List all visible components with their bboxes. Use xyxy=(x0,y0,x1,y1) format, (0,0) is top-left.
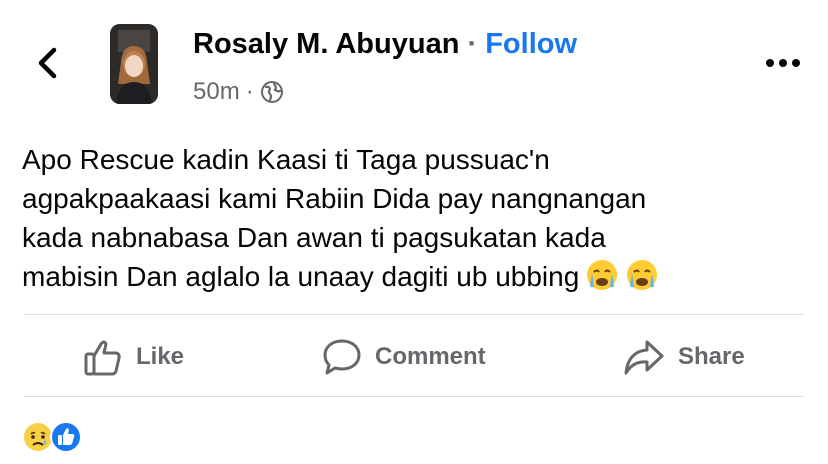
more-options-button[interactable] xyxy=(764,56,802,68)
like-icon xyxy=(84,340,121,376)
share-button[interactable]: Share xyxy=(622,334,745,380)
divider-bottom xyxy=(24,396,804,397)
post-text: Apo Rescue kadin Kaasi ti Taga pussuac'n… xyxy=(22,144,647,292)
chevron-left-icon xyxy=(38,47,57,79)
share-label: Share xyxy=(678,343,745,370)
like-reaction-icon xyxy=(50,421,82,453)
comment-label: Comment xyxy=(375,343,486,370)
divider-top xyxy=(24,314,804,315)
comment-icon xyxy=(323,339,361,375)
comment-button[interactable]: Comment xyxy=(321,334,486,380)
share-icon xyxy=(624,340,664,375)
crying-face-emoji xyxy=(625,258,659,302)
follow-button[interactable]: Follow xyxy=(485,28,577,60)
post-meta: 50m · xyxy=(193,78,284,106)
post-body: Apo Rescue kadin Kaasi ti Taga pussuac'n… xyxy=(22,140,812,302)
like-label: Like xyxy=(136,343,185,370)
globe-icon xyxy=(260,81,283,103)
name-separator: · xyxy=(467,28,478,60)
avatar-image xyxy=(110,24,158,104)
reactions-summary[interactable] xyxy=(22,421,82,453)
crying-face-icon xyxy=(587,260,618,290)
more-dots-icon xyxy=(766,59,800,67)
like-button[interactable]: Like xyxy=(82,334,184,380)
author-name[interactable]: Rosaly M. Abuyuan xyxy=(193,28,459,60)
timestamp[interactable]: 50m xyxy=(193,78,240,106)
avatar[interactable] xyxy=(110,24,158,104)
back-button[interactable] xyxy=(34,46,62,80)
meta-separator: · xyxy=(245,78,254,105)
author-line: Rosaly M. Abuyuan · Follow xyxy=(193,28,577,61)
crying-face-icon xyxy=(627,260,658,290)
crying-face-emoji xyxy=(585,258,619,302)
